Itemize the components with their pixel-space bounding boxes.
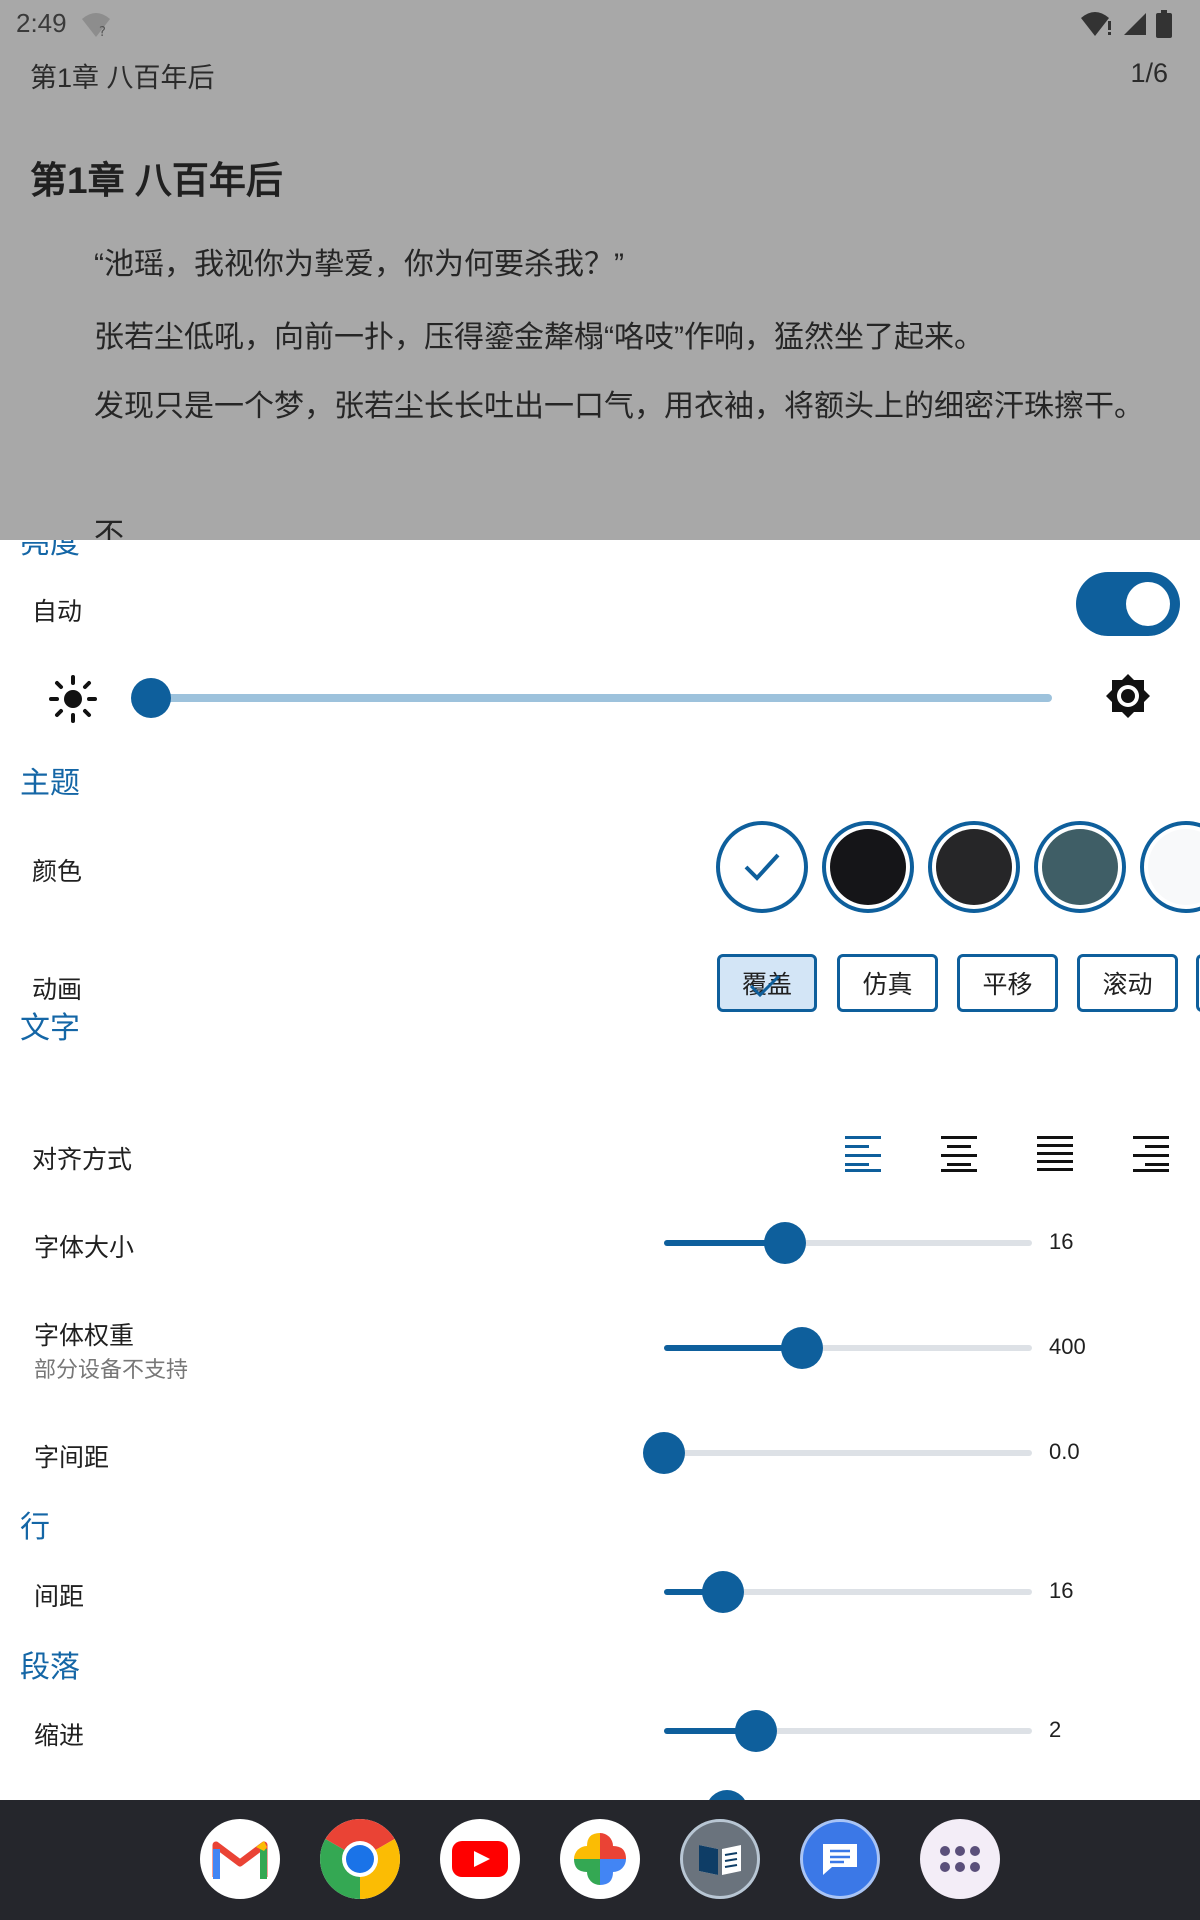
battery-icon bbox=[1156, 10, 1172, 38]
swatch-fill bbox=[1042, 829, 1118, 905]
indent-value: 2 bbox=[1049, 1717, 1062, 1742]
switch-knob bbox=[1126, 582, 1170, 626]
swatch-fill bbox=[936, 829, 1012, 905]
brightness-slider-thumb[interactable] bbox=[131, 678, 171, 718]
auto-brightness-label: 自动 bbox=[32, 598, 83, 626]
status-time: 2:49 bbox=[16, 8, 67, 38]
paragraph: 不…… bbox=[94, 518, 184, 540]
letter-spacing-slider-thumb[interactable] bbox=[643, 1432, 685, 1474]
app-dock bbox=[0, 1800, 1200, 1920]
chrome-icon[interactable] bbox=[320, 1819, 400, 1899]
app-drawer-icon[interactable] bbox=[920, 1819, 1000, 1899]
font-weight-slider-thumb[interactable] bbox=[781, 1327, 823, 1369]
theme-color-slate[interactable] bbox=[1034, 821, 1126, 913]
check-icon bbox=[749, 974, 781, 998]
align-justify-icon[interactable] bbox=[1036, 1134, 1074, 1177]
chapter-header: 第1章 八百年后 bbox=[30, 63, 215, 93]
status-icons bbox=[1080, 10, 1172, 38]
animation-chip-cover[interactable]: 覆盖 bbox=[717, 954, 817, 1012]
animation-label: 动画 bbox=[32, 976, 83, 1004]
section-paragraph-label: 段落 bbox=[20, 1651, 80, 1684]
indent-slider-thumb[interactable] bbox=[735, 1710, 777, 1752]
chip-label: 平移 bbox=[982, 971, 1033, 999]
theme-color-black[interactable] bbox=[822, 821, 914, 913]
wifi-unknown-icon: ? bbox=[80, 11, 112, 44]
theme-color-white[interactable] bbox=[716, 821, 808, 913]
font-weight-label: 字体权重 bbox=[34, 1322, 135, 1350]
reading-settings-sheet[interactable]: 亮度 自动 主题 颜色 动画 覆盖 仿真 平移 滚动 文字 对齐方式 字体大小 … bbox=[0, 540, 1200, 1800]
theme-color-dark-gray[interactable] bbox=[928, 821, 1020, 913]
swatch-fill bbox=[1148, 829, 1200, 905]
reader-view: 2:49 ? 第1章 八百年后 1/6 第1章 八百年后 “池瑶，我视你为挚爱，… bbox=[0, 0, 1200, 540]
letter-spacing-slider-track[interactable] bbox=[664, 1450, 1032, 1456]
signal-icon bbox=[1124, 13, 1146, 35]
font-size-value: 16 bbox=[1049, 1229, 1074, 1254]
brightness-slider-track[interactable] bbox=[150, 694, 1052, 702]
page-indicator: 1/6 bbox=[1130, 58, 1168, 88]
font-size-label: 字体大小 bbox=[34, 1234, 135, 1262]
animation-chip-simulation[interactable]: 仿真 bbox=[837, 954, 938, 1012]
line-spacing-value: 16 bbox=[1049, 1578, 1074, 1603]
font-weight-slider-track[interactable] bbox=[664, 1345, 1032, 1351]
brightness-high-icon bbox=[1104, 672, 1152, 725]
reader-app-icon[interactable] bbox=[680, 1819, 760, 1899]
paragraph-spacing-slider-thumb[interactable] bbox=[706, 1790, 748, 1800]
line-spacing-slider-thumb[interactable] bbox=[701, 1571, 744, 1613]
swatch-fill bbox=[830, 829, 906, 905]
section-line-label: 行 bbox=[20, 1511, 50, 1544]
font-weight-note: 部分设备不支持 bbox=[34, 1357, 189, 1382]
section-theme-label: 主题 bbox=[20, 767, 80, 800]
wifi-alert-icon bbox=[1081, 12, 1111, 36]
indent-label: 缩进 bbox=[34, 1722, 85, 1750]
indent-slider-track[interactable] bbox=[664, 1728, 1032, 1734]
check-icon bbox=[744, 853, 780, 881]
letter-spacing-label: 字间距 bbox=[34, 1444, 110, 1472]
auto-brightness-switch[interactable] bbox=[1076, 572, 1180, 636]
font-size-slider-track[interactable] bbox=[664, 1240, 1032, 1246]
section-brightness-label: 亮度 bbox=[20, 540, 80, 560]
align-left-icon[interactable] bbox=[844, 1134, 882, 1177]
animation-chip-scroll[interactable]: 滚动 bbox=[1077, 954, 1178, 1012]
theme-color-light[interactable] bbox=[1140, 821, 1200, 913]
animation-chip-more[interactable] bbox=[1196, 954, 1200, 1012]
align-right-icon[interactable] bbox=[1132, 1134, 1170, 1177]
chip-label: 仿真 bbox=[862, 971, 913, 999]
line-spacing-label: 间距 bbox=[34, 1583, 85, 1611]
paragraph: 发现只是一个梦，张若尘长长吐出一口气，用衣袖，将额头上的细密汗珠擦干。 bbox=[94, 390, 1144, 423]
chip-label: 滚动 bbox=[1102, 971, 1153, 999]
paragraph: “池瑶，我视你为挚爱，你为何要杀我？” bbox=[94, 248, 624, 281]
brightness-low-icon bbox=[48, 674, 98, 729]
svg-text:?: ? bbox=[99, 25, 106, 39]
section-text-label: 文字 bbox=[20, 1012, 80, 1045]
font-size-slider-thumb[interactable] bbox=[764, 1222, 807, 1264]
messages-icon[interactable] bbox=[800, 1819, 880, 1899]
photos-icon[interactable] bbox=[560, 1819, 640, 1899]
youtube-icon[interactable] bbox=[440, 1819, 520, 1899]
gmail-icon[interactable] bbox=[200, 1819, 280, 1899]
status-bar: 2:49 ? bbox=[0, 0, 1200, 50]
animation-chip-slide[interactable]: 平移 bbox=[957, 954, 1058, 1012]
paragraph: 张若尘低吼，向前一扑，压得鎏金犛榻“咯吱”作响，猛然坐了起来。 bbox=[94, 321, 984, 354]
chapter-title: 第1章 八百年后 bbox=[30, 160, 283, 201]
letter-spacing-value: 0.0 bbox=[1049, 1439, 1080, 1464]
color-label: 颜色 bbox=[32, 858, 83, 886]
font-weight-value: 400 bbox=[1049, 1334, 1086, 1359]
align-center-icon[interactable] bbox=[940, 1134, 978, 1177]
align-label: 对齐方式 bbox=[32, 1146, 133, 1174]
